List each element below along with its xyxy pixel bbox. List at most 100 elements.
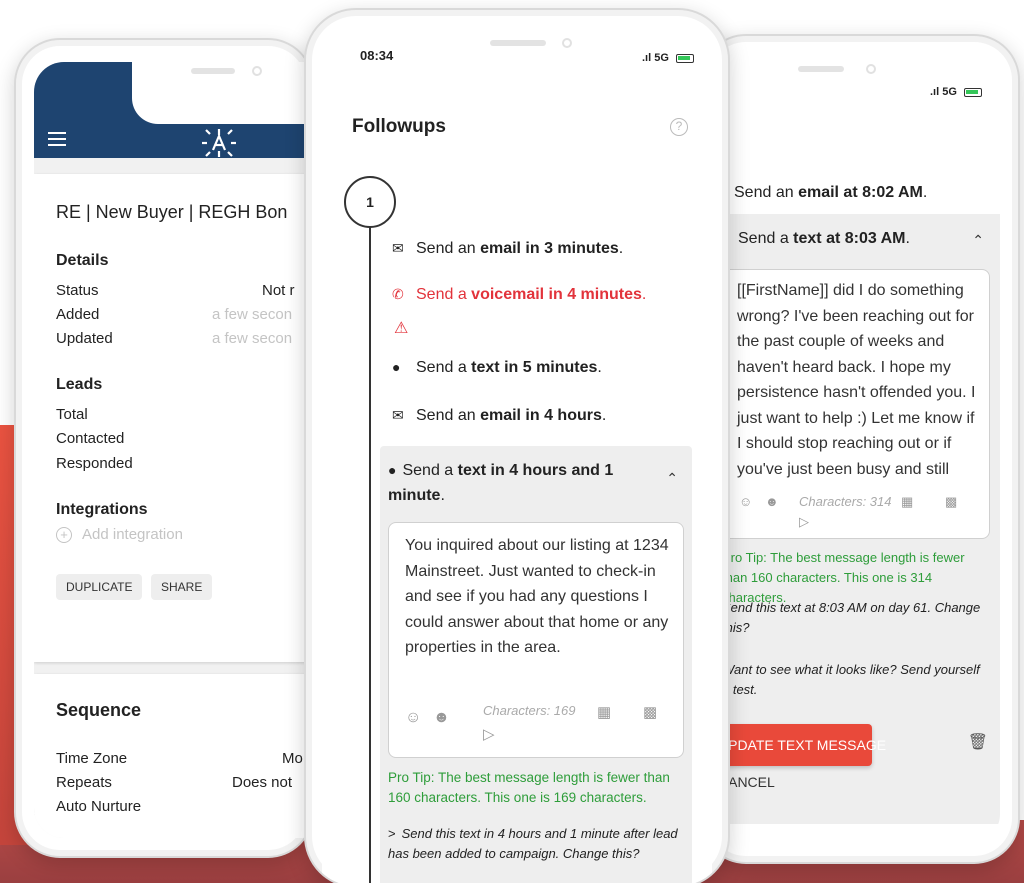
expanded-followup-text: ● Send a text in 4 hours and 1 minute. ⌃ … <box>380 446 692 883</box>
followup-bold: voicemail in 4 minutes <box>471 286 642 303</box>
contact-card-icon[interactable]: ▦ <box>901 494 913 510</box>
signal-status: .ıl 5G <box>930 86 982 98</box>
added-value: a few secon <box>212 306 293 323</box>
followup-bold: email in 3 minutes <box>480 240 619 257</box>
message-textarea[interactable]: [[FirstName]] did I do something wrong? … <box>722 269 990 539</box>
video-icon[interactable]: ▷ <box>799 514 809 530</box>
warning-icon: ⚠ <box>394 320 409 337</box>
status-value: Not r <box>262 282 295 299</box>
followup-email-4-hours[interactable]: ✉ Send an email in 4 hours. <box>392 407 606 425</box>
followup-email-8-02[interactable]: Send an email at 8:02 AM. <box>734 184 927 202</box>
leads-heading: Leads <box>56 376 103 393</box>
preview-link[interactable]: Want to see what it looks like? Send you… <box>722 660 984 700</box>
app-header <box>34 62 312 158</box>
signal-bars-icon: .ıl <box>930 86 940 98</box>
followup-suffix: . <box>922 184 928 201</box>
chevron-up-icon[interactable]: ⌃ <box>666 470 678 487</box>
duplicate-button[interactable]: DUPLICATE <box>56 574 143 600</box>
sequence-card: Sequence Time Zone Mo Repeats Does not A… <box>34 674 312 838</box>
emoji-icon[interactable]: ☺ <box>405 709 421 727</box>
camera <box>866 64 876 74</box>
expanded-followup-header[interactable]: ● Send a text in 4 hours and 1 minute. <box>388 458 658 508</box>
emoji-icon[interactable]: ☺ <box>739 494 752 509</box>
speaker <box>191 68 235 74</box>
chevron-up-icon[interactable]: ⌃ <box>972 232 984 249</box>
timeline-line <box>369 226 371 883</box>
followup-prefix: Send an <box>734 184 794 201</box>
character-count: Characters: 169 <box>483 703 576 718</box>
phone-icon: ✆ <box>392 286 404 302</box>
gear-logo-icon <box>202 129 236 157</box>
contacted-label: Contacted <box>56 430 125 447</box>
status-time: 08:34 <box>360 48 394 63</box>
expanded-followup-text: Send a text at 8:03 AM. ⌃ [[FirstName]] … <box>702 214 1000 824</box>
followup-voicemail-4-min[interactable]: ✆ Send a voicemail in 4 minutes. <box>392 286 646 304</box>
character-count: Characters: 314 <box>799 494 892 509</box>
share-button[interactable]: SHARE <box>151 574 213 600</box>
followup-prefix: Send a <box>416 359 467 376</box>
details-heading: Details <box>56 252 109 269</box>
stage: RE | New Buyer | REGH Bon Details Status… <box>0 0 1024 883</box>
message-text: You inquired about our listing at 1234 M… <box>405 537 669 656</box>
middle-phone: 08:34 .ıl 5G Followups ? 1 ✉ Send an emai… <box>304 8 730 883</box>
message-text: [[FirstName]] did I do something wrong? … <box>737 282 976 478</box>
image-icon[interactable]: ▩ <box>643 703 657 721</box>
help-icon[interactable]: ? <box>670 118 688 136</box>
page-title: Followups <box>352 116 446 137</box>
envelope-icon: ✉ <box>392 407 404 423</box>
camera <box>562 38 572 48</box>
updated-label: Updated <box>56 330 113 347</box>
followup-suffix: . <box>641 286 647 303</box>
send-info[interactable]: > Send this text in 4 hours and 1 minute … <box>388 824 688 864</box>
chat-icon: ● <box>388 462 397 478</box>
auto-nurture-label: Auto Nurture <box>56 798 142 815</box>
image-icon[interactable]: ▩ <box>945 494 957 510</box>
followup-text-5-min[interactable]: ● Send a text in 5 minutes. <box>392 359 602 377</box>
personalize-icon[interactable]: ☻ <box>433 709 450 727</box>
pro-tip: Pro Tip: The best message length is fewe… <box>388 770 670 805</box>
personalize-icon[interactable]: ☻ <box>765 494 779 509</box>
status-label: Status <box>56 282 99 299</box>
signal-bars-icon: .ıl <box>642 52 652 64</box>
right-phone: .ıl 5G Send an email at 8:02 AM. Send a … <box>700 34 1020 864</box>
chevron-right-icon: > <box>388 826 396 841</box>
followup-email-3-min[interactable]: ✉ Send an email in 3 minutes. <box>392 240 623 258</box>
message-toolbar: ☺ ☻ Characters: 169 ▦ ▩ ▷ <box>405 703 675 747</box>
followup-prefix: Send a <box>738 230 789 247</box>
add-integration-link[interactable]: + Add integration <box>56 526 183 543</box>
followup-prefix: Send an <box>416 240 476 257</box>
followup-suffix: . <box>601 407 607 424</box>
followup-prefix: Send a <box>416 286 467 303</box>
plus-circle-icon: + <box>56 527 72 543</box>
added-label: Added <box>56 306 100 323</box>
campaign-title: RE | New Buyer | REGH Bon <box>56 202 288 222</box>
send-info[interactable]: Send this text at 8:03 AM on day 61. Cha… <box>722 598 984 638</box>
left-phone-screen: RE | New Buyer | REGH Bon Details Status… <box>34 62 312 838</box>
add-integration-label: Add integration <box>82 526 183 543</box>
video-icon[interactable]: ▷ <box>483 725 495 743</box>
message-textarea[interactable]: You inquired about our listing at 1234 M… <box>388 522 684 758</box>
contact-card-icon[interactable]: ▦ <box>597 703 611 721</box>
signal-status: .ıl 5G <box>642 52 694 64</box>
expanded-followup-header[interactable]: Send a text at 8:03 AM. <box>738 230 910 248</box>
middle-phone-screen: 08:34 .ıl 5G Followups ? 1 ✉ Send an emai… <box>322 26 712 883</box>
time-zone-label: Time Zone <box>56 750 128 767</box>
network-label: 5G <box>942 86 957 98</box>
app-logo-icon <box>200 128 238 158</box>
campaign-details-card: RE | New Buyer | REGH Bon Details Status… <box>34 174 312 662</box>
menu-icon[interactable] <box>48 132 66 146</box>
sequence-heading: Sequence <box>56 700 142 720</box>
phone-notch <box>742 54 922 104</box>
speaker <box>798 66 844 72</box>
total-label: Total <box>56 406 88 423</box>
followup-suffix: . <box>618 240 624 257</box>
followup-suffix: . <box>905 230 910 247</box>
right-phone-screen: .ıl 5G Send an email at 8:02 AM. Send a … <box>702 54 1000 844</box>
step-number-badge: 1 <box>344 176 396 228</box>
integrations-heading: Integrations <box>56 501 148 518</box>
followup-bold: email at 8:02 AM <box>798 184 923 201</box>
trash-icon[interactable]: 🗑 <box>968 732 988 752</box>
speaker <box>490 40 546 46</box>
envelope-icon: ✉ <box>392 240 404 256</box>
send-info-text: Send this text in 4 hours and 1 minute a… <box>388 826 678 861</box>
